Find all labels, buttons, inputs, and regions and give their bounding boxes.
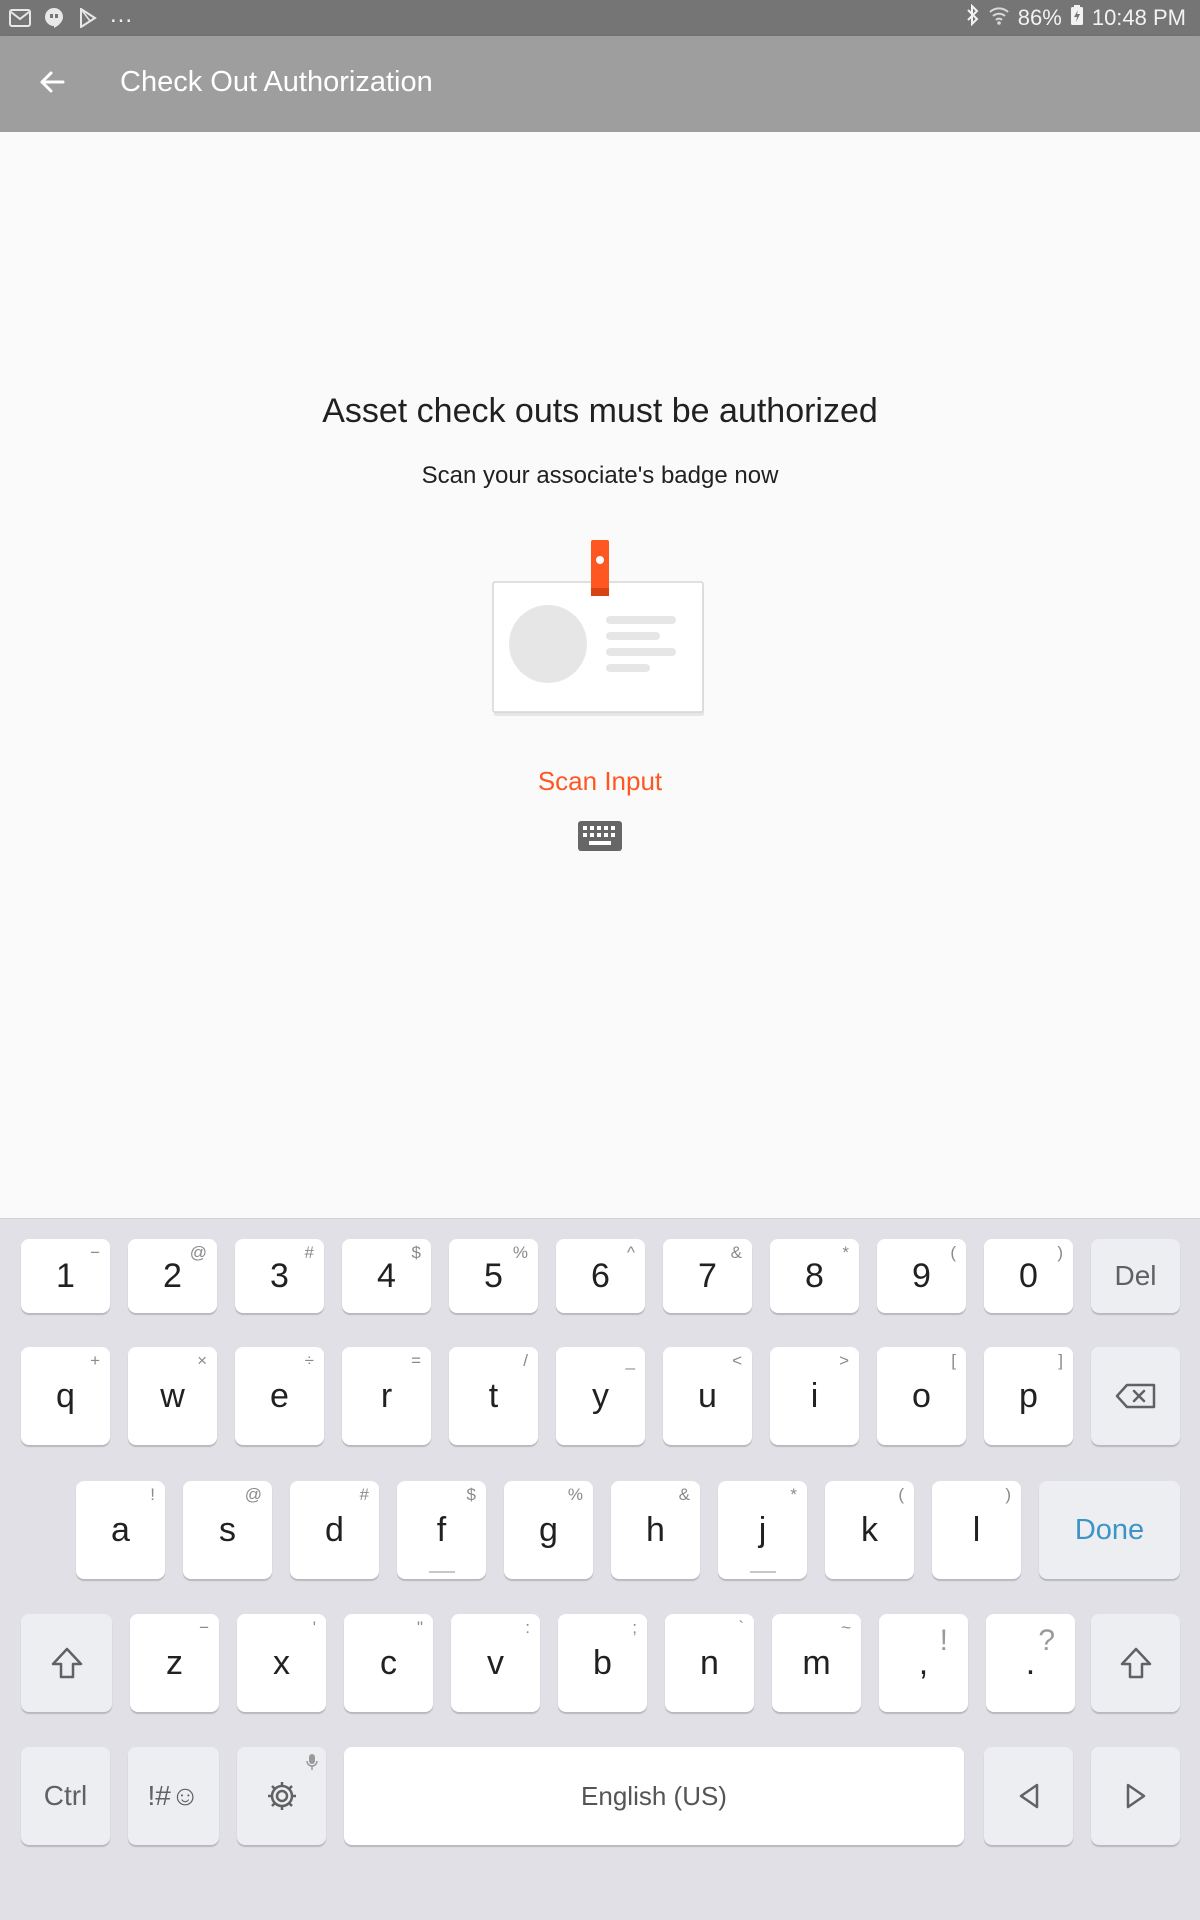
key-k[interactable]: k( <box>825 1481 914 1579</box>
space-bar[interactable]: English (US) <box>344 1747 964 1845</box>
key-8[interactable]: 8 * <box>770 1239 859 1313</box>
key-6[interactable]: 6 ^ <box>556 1239 645 1313</box>
key-comma[interactable]: ,! <box>879 1614 968 1712</box>
triangle-left-icon <box>1017 1782 1041 1810</box>
key-r[interactable]: r = <box>342 1347 431 1445</box>
key-v[interactable]: v: <box>451 1614 540 1712</box>
shift-right-button[interactable] <box>1091 1614 1180 1712</box>
key-l[interactable]: l) <box>932 1481 1021 1579</box>
system-icons: 86% 10:48 PM <box>966 3 1186 32</box>
key-g[interactable]: g% <box>504 1481 593 1579</box>
bluetooth-icon <box>966 3 980 32</box>
home-row-marker <box>428 1571 455 1573</box>
shift-icon <box>50 1646 84 1680</box>
key-p[interactable]: p] <box>984 1347 1073 1445</box>
delete-button[interactable]: Del <box>1091 1239 1180 1313</box>
key-7[interactable]: 7 & <box>663 1239 752 1313</box>
key-i[interactable]: i > <box>770 1347 859 1445</box>
page-title: Check Out Authorization <box>120 66 433 98</box>
key-t[interactable]: t / <box>449 1347 538 1445</box>
key-h[interactable]: h & <box>611 1481 700 1579</box>
authorization-heading: Asset check outs must be authorized <box>322 392 878 430</box>
keyboard-settings-button[interactable] <box>237 1747 326 1845</box>
id-badge-icon <box>490 540 710 724</box>
cursor-right-button[interactable] <box>1091 1747 1180 1845</box>
status-bar: ... 86% 10:48 PM <box>0 0 1200 36</box>
key-y[interactable]: y _ <box>556 1347 645 1445</box>
key-2[interactable]: 2 @ <box>128 1239 217 1313</box>
key-1[interactable]: 1− <box>21 1239 110 1313</box>
battery-percent: 86% <box>1017 5 1062 30</box>
key-w[interactable]: w × <box>128 1347 217 1445</box>
symbols-button[interactable]: !#☺ <box>128 1747 219 1845</box>
key-5[interactable]: 5% <box>449 1239 538 1313</box>
key-d[interactable]: d # <box>290 1481 379 1579</box>
keyboard-icon <box>578 820 622 856</box>
home-row-marker <box>749 1571 776 1573</box>
cursor-left-button[interactable] <box>984 1747 1073 1845</box>
key-s[interactable]: s @ <box>183 1481 272 1579</box>
keyboard-toggle-button[interactable] <box>576 820 624 856</box>
key-period[interactable]: .? <box>986 1614 1075 1712</box>
gear-icon <box>265 1779 299 1813</box>
hangouts-icon <box>42 7 66 29</box>
key-b[interactable]: b; <box>558 1614 647 1712</box>
key-f[interactable]: f $ <box>397 1481 486 1579</box>
key-e[interactable]: e ÷ <box>235 1347 324 1445</box>
notification-icons: ... <box>8 1 134 30</box>
key-c[interactable]: c " <box>344 1614 433 1712</box>
on-screen-keyboard: 1− 2 @ 3 # 4 $ 5% 6 ^ 7 & 8 * 9( 0) Del q + w × … <box>0 1218 1200 1920</box>
key-j[interactable]: j * <box>718 1481 807 1579</box>
ctrl-button[interactable]: Ctrl <box>21 1747 110 1845</box>
app-bar: Check Out Authorization <box>0 36 1200 132</box>
key-z[interactable]: z − <box>130 1614 219 1712</box>
key-a[interactable]: a! <box>76 1481 165 1579</box>
scan-input-link[interactable]: Scan Input <box>0 766 1200 797</box>
shift-icon <box>1119 1646 1153 1680</box>
backspace-icon <box>1115 1383 1157 1409</box>
key-4[interactable]: 4 $ <box>342 1239 431 1313</box>
key-q[interactable]: q + <box>21 1347 110 1445</box>
more-notifications: ... <box>110 1 134 28</box>
key-3[interactable]: 3 # <box>235 1239 324 1313</box>
triangle-right-icon <box>1124 1782 1148 1810</box>
gmail-icon <box>8 7 32 29</box>
play-store-icon <box>76 7 100 29</box>
shift-left-button[interactable] <box>21 1614 112 1712</box>
key-x[interactable]: x ' <box>237 1614 326 1712</box>
key-0[interactable]: 0) <box>984 1239 1073 1313</box>
done-button[interactable]: Done <box>1039 1481 1180 1579</box>
arrow-back-icon <box>38 68 66 101</box>
clock: 10:48 PM <box>1091 5 1186 30</box>
key-m[interactable]: m ~ <box>772 1614 861 1712</box>
authorization-subheading: Scan your associate's badge now <box>421 462 779 489</box>
key-o[interactable]: o[ <box>877 1347 966 1445</box>
main-content: Asset check outs must be authorized Scan… <box>0 132 1200 1218</box>
microphone-icon <box>306 1753 318 1771</box>
backspace-button[interactable] <box>1091 1347 1180 1445</box>
wifi-icon <box>988 4 1010 32</box>
back-button[interactable] <box>28 60 76 108</box>
key-u[interactable]: u < <box>663 1347 752 1445</box>
battery-charging-icon <box>1070 4 1084 32</box>
key-9[interactable]: 9( <box>877 1239 966 1313</box>
key-n[interactable]: n ` <box>665 1614 754 1712</box>
